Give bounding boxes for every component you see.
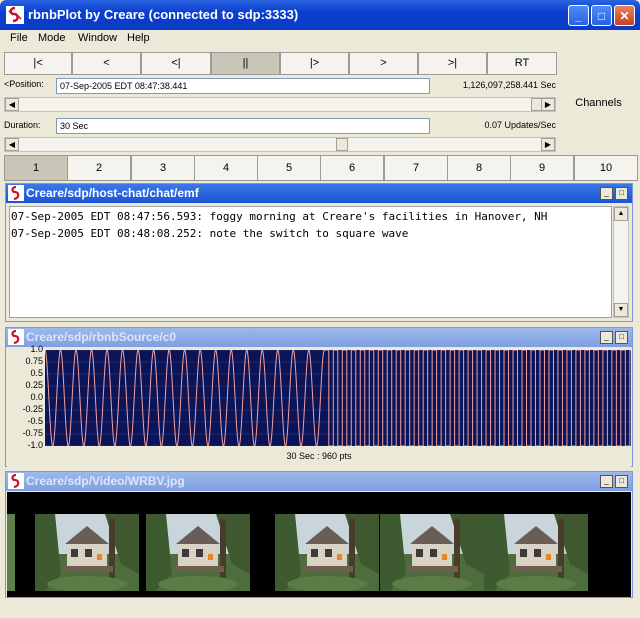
tab-10[interactable]: 10	[574, 155, 638, 181]
step-forward-button[interactable]: >	[349, 52, 418, 75]
panel-minimize-icon[interactable]: _	[600, 187, 613, 200]
main-window: rbnbPlot by Creare (connected to sdp:333…	[0, 0, 640, 618]
duration-label: Duration:	[4, 120, 41, 130]
duration-scroll-thumb[interactable]	[336, 138, 348, 151]
video-panel-titlebar[interactable]: Creare/sdp/Video/WRBV.jpg _ □	[6, 472, 632, 491]
video-area	[7, 492, 631, 597]
duration-field[interactable]: 30 Sec	[56, 118, 430, 134]
video-frame-thumbnail	[146, 514, 250, 591]
plot-panel-titlebar[interactable]: Creare/sdp/rbnbSource/c0 _ □	[6, 328, 632, 347]
chat-panel-titlebar[interactable]: Creare/sdp/host-chat/chat/emf _ □	[6, 184, 632, 203]
update-rate: 0.07 Updates/Sec	[484, 120, 556, 130]
chat-panel: Creare/sdp/host-chat/chat/emf _ □ 07-Sep…	[5, 183, 633, 322]
scroll-left-icon[interactable]: ◀	[5, 98, 19, 111]
plot-footer: 30 Sec : 960 pts	[286, 451, 352, 461]
y-tick-label: -0.25	[22, 404, 43, 414]
position-field[interactable]: 07-Sep-2005 EDT 08:47:38.441	[56, 78, 430, 94]
video-frame-thumbnail	[380, 514, 484, 591]
play-reverse-button[interactable]: <|	[141, 52, 211, 75]
menu-mode[interactable]: Mode	[38, 32, 66, 44]
scroll-right-icon[interactable]: ▶	[541, 138, 555, 151]
y-tick-label: 0.0	[30, 392, 43, 402]
minimize-button[interactable]: _	[568, 5, 589, 26]
tab-3[interactable]: 3	[131, 155, 195, 181]
tab-2[interactable]: 2	[67, 155, 131, 181]
maximize-button[interactable]: □	[591, 5, 612, 26]
panel-minimize-icon[interactable]: _	[600, 331, 613, 344]
tab-4[interactable]: 4	[194, 155, 258, 181]
y-tick-label: -0.5	[27, 416, 43, 426]
close-button[interactable]: ✕	[614, 5, 635, 26]
panel-minimize-icon[interactable]: _	[600, 475, 613, 488]
y-tick-label: 0.25	[25, 380, 43, 390]
scroll-left-icon[interactable]: ◀	[5, 138, 19, 151]
tab-7[interactable]: 7	[384, 155, 448, 181]
chat-line: 07-Sep-2005 EDT 08:48:08.252: note the s…	[11, 227, 409, 240]
title-bar[interactable]: rbnbPlot by Creare (connected to sdp:333…	[0, 0, 640, 30]
menu-help[interactable]: Help	[127, 32, 150, 44]
waveform-chart[interactable]	[45, 350, 631, 446]
tab-1[interactable]: 1	[4, 155, 68, 181]
y-tick-label: 0.5	[30, 368, 43, 378]
y-tick-label: 0.75	[25, 356, 43, 366]
position-scrollbar[interactable]: ◀ ▶	[4, 97, 556, 112]
scroll-down-icon[interactable]: ▼	[614, 303, 628, 317]
go-end-button[interactable]: >|	[418, 52, 487, 75]
plot-panel: Creare/sdp/rbnbSource/c0 _ □ 1.0 0.75 0.5 0…	[5, 327, 633, 472]
panel-maximize-icon[interactable]: □	[615, 331, 628, 344]
video-frame-thumbnail	[7, 514, 15, 591]
play-forward-button[interactable]: |>	[280, 52, 349, 75]
chat-line: 07-Sep-2005 EDT 08:47:56.593: foggy morn…	[11, 210, 548, 223]
video-frame-thumbnail	[275, 514, 379, 591]
plot-panel-title: Creare/sdp/rbnbSource/c0	[26, 330, 177, 344]
tab-6[interactable]: 6	[320, 155, 384, 181]
tab-9[interactable]: 9	[510, 155, 574, 181]
tab-5[interactable]: 5	[257, 155, 321, 181]
chat-text-area[interactable]: 07-Sep-2005 EDT 08:47:56.593: foggy morn…	[9, 206, 612, 318]
scroll-right-icon[interactable]: ▶	[541, 98, 555, 111]
rbnb-app-icon	[6, 6, 24, 24]
panel-maximize-icon[interactable]: □	[615, 475, 628, 488]
page-tabs: 1 2 3 4 5 6 7 8 9 10	[0, 155, 640, 181]
position-label: <Position:	[4, 79, 44, 89]
step-back-button[interactable]: <	[72, 52, 141, 75]
pause-button[interactable]: ||	[211, 52, 280, 75]
go-start-button[interactable]: |<	[4, 52, 72, 75]
chat-panel-title: Creare/sdp/host-chat/chat/emf	[26, 186, 199, 200]
video-frame-thumbnail	[35, 514, 139, 591]
y-tick-label: -1.0	[27, 440, 43, 450]
chat-vertical-scrollbar[interactable]: ▲ ▼	[613, 206, 629, 318]
rbnb-logo-icon	[8, 185, 24, 201]
menu-file[interactable]: File	[10, 32, 28, 44]
position-seconds: 1,126,097,258.441 Sec	[462, 80, 556, 90]
panel-maximize-icon[interactable]: □	[615, 187, 628, 200]
tab-8[interactable]: 8	[447, 155, 511, 181]
video-frame-thumbnail	[484, 514, 588, 591]
menu-bar: File Mode Window Help	[0, 30, 640, 48]
channels-button[interactable]: Channels	[557, 52, 640, 154]
duration-scrollbar[interactable]: ◀ ▶	[4, 137, 556, 152]
plot-area: 1.0 0.75 0.5 0.25 0.0 -0.25 -0.5 -0.75 -1.0 30 S…	[7, 344, 631, 472]
y-tick-label: 1.0	[30, 344, 43, 354]
menu-window[interactable]: Window	[78, 32, 117, 44]
rbnb-logo-icon	[8, 329, 24, 345]
video-panel-title: Creare/sdp/Video/WRBV.jpg	[26, 474, 185, 488]
y-tick-label: -0.75	[22, 428, 43, 438]
scroll-up-icon[interactable]: ▲	[614, 207, 628, 221]
rbnb-logo-icon	[8, 473, 24, 489]
video-panel: Creare/sdp/Video/WRBV.jpg _ □	[5, 471, 633, 598]
window-title: rbnbPlot by Creare (connected to sdp:333…	[28, 7, 299, 22]
realtime-button[interactable]: RT	[487, 52, 557, 75]
